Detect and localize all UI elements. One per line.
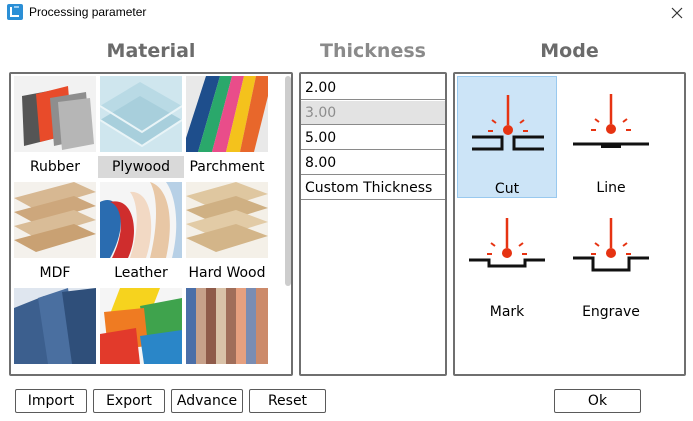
thickness-item[interactable]: 3.00 (301, 101, 445, 125)
mode-label: Engrave (582, 304, 640, 320)
thickness-item[interactable]: 5.00 (301, 126, 445, 150)
import-button[interactable]: Import (15, 389, 87, 413)
material-label: Plywood (98, 156, 184, 178)
mode-tile-engrave[interactable]: Engrave (561, 200, 661, 322)
rubber-image (14, 76, 96, 152)
line-icon (573, 94, 649, 148)
thickness-heading: Thickness (320, 40, 426, 62)
mode-heading: Mode (540, 40, 599, 62)
window-title: Processing parameter (29, 5, 147, 19)
export-button[interactable]: Export (93, 389, 165, 413)
mode-label: Line (596, 180, 626, 196)
thickness-item[interactable]: 8.00 (301, 151, 445, 175)
material-label: Rubber (29, 159, 81, 175)
material-label: Leather (114, 265, 168, 281)
denim-image (14, 288, 96, 364)
material-label (98, 368, 184, 374)
parchment-image (186, 76, 268, 152)
material-label (12, 368, 98, 374)
mode-label: Mark (489, 304, 525, 320)
material-label (184, 368, 270, 374)
thickness-list[interactable]: 2.00 3.00 5.00 8.00 Custom Thickness (299, 72, 447, 376)
close-icon (671, 7, 683, 19)
app-icon (7, 4, 23, 20)
title-bar: Processing parameter (0, 0, 693, 26)
mode-tile-line[interactable]: Line (561, 76, 661, 198)
leather-image (100, 182, 182, 258)
mode-tile-mark[interactable]: Mark (457, 200, 557, 322)
engrave-icon (573, 218, 649, 272)
mode-list[interactable]: Cut Line Mark Engrave (453, 72, 686, 376)
thickness-item-custom[interactable]: Custom Thickness (301, 176, 445, 200)
material-label: MDF (39, 265, 71, 281)
mode-label: Cut (494, 181, 520, 197)
fabric-image (186, 288, 268, 364)
material-list[interactable]: Rubber Plywood Parchment MDF Leather Har… (9, 72, 293, 376)
close-button[interactable] (663, 1, 691, 25)
mdf-image (14, 182, 96, 258)
plywood-image (100, 76, 182, 152)
mark-icon (469, 218, 545, 268)
material-label: Parchment (189, 159, 265, 175)
thickness-item[interactable]: 2.00 (301, 76, 445, 100)
material-scrollbar[interactable] (285, 76, 291, 286)
reset-button[interactable]: Reset (249, 389, 326, 413)
material-heading: Material (106, 40, 196, 62)
advance-button[interactable]: Advance (171, 389, 243, 413)
hard-wood-image (186, 182, 268, 258)
cut-icon (472, 95, 544, 151)
ok-button[interactable]: Ok (554, 389, 641, 413)
acrylic-image (100, 288, 182, 364)
material-label: Hard Wood (188, 265, 266, 281)
mode-tile-cut[interactable]: Cut (457, 76, 557, 198)
